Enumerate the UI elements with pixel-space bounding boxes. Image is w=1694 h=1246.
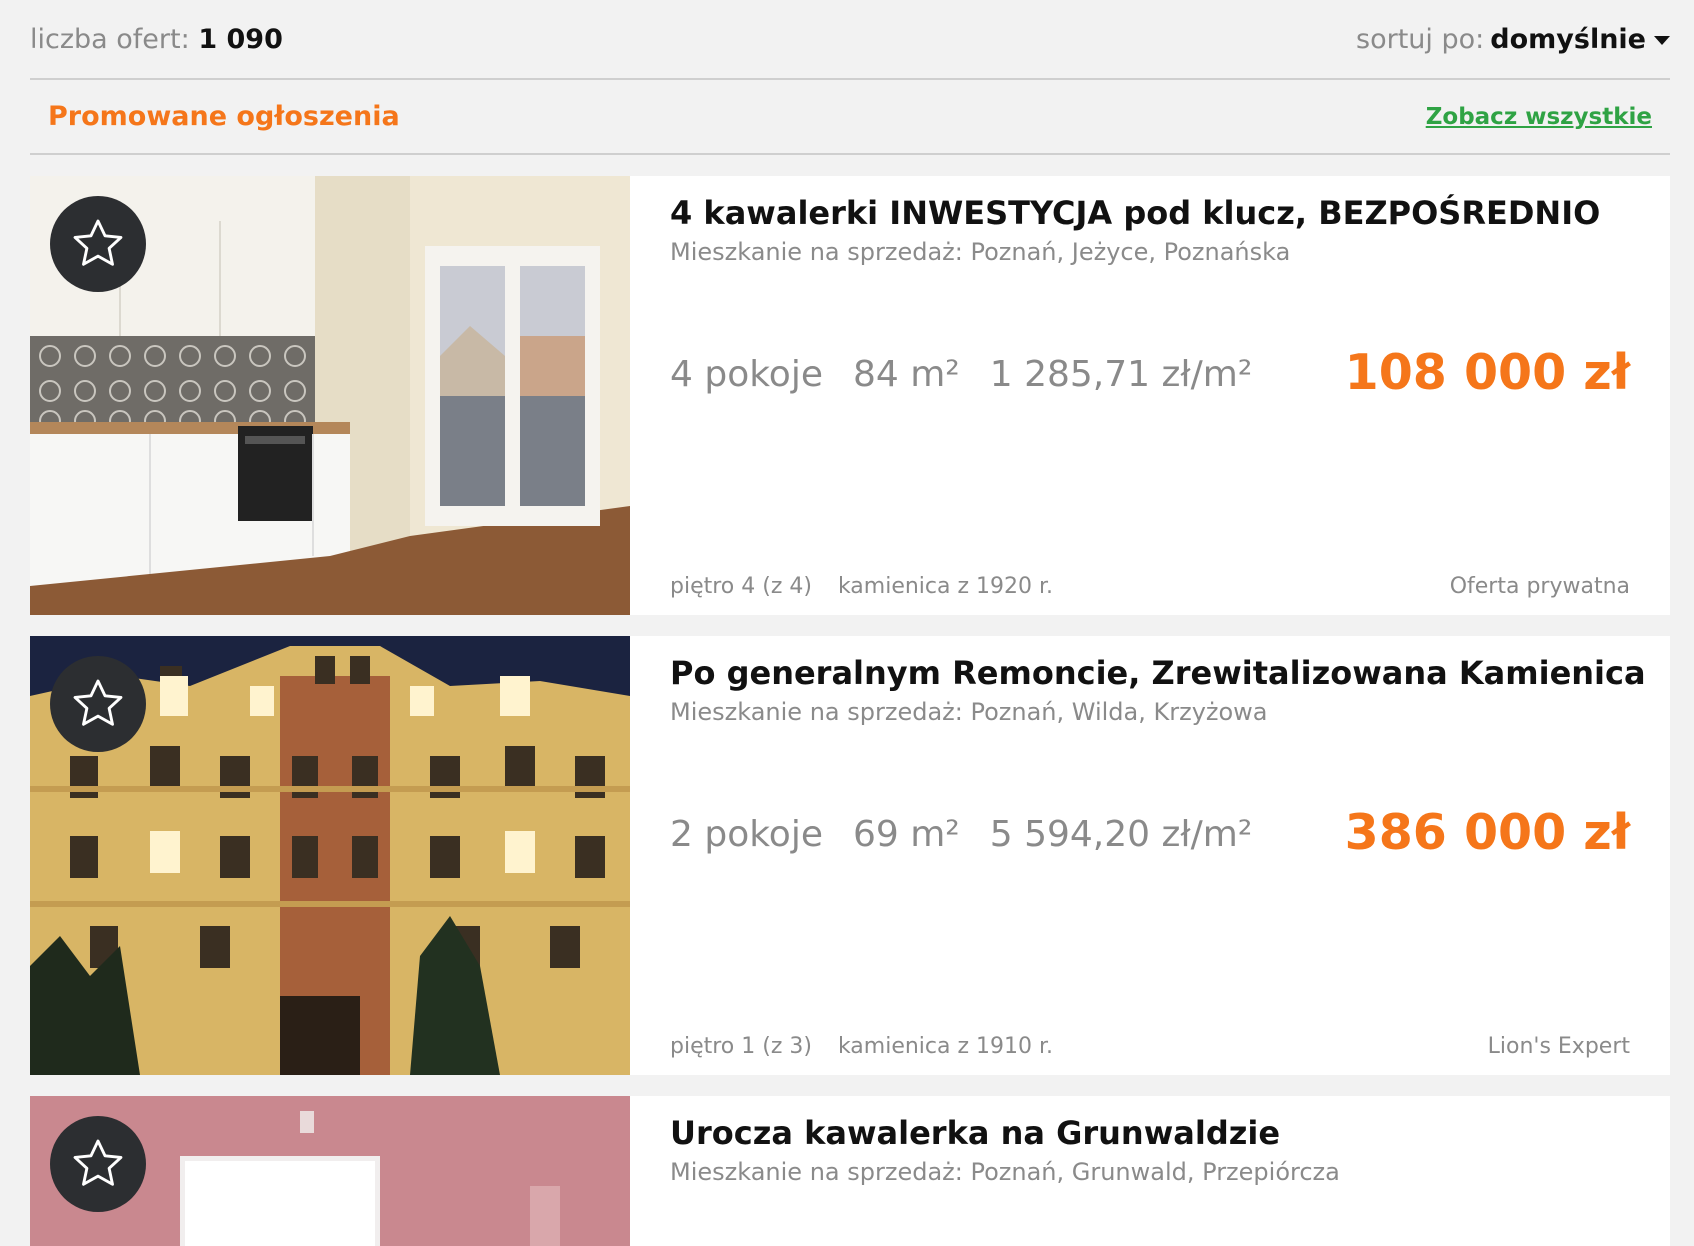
- sort-value[interactable]: domyślnie: [1490, 24, 1646, 55]
- favorite-button[interactable]: [50, 1116, 146, 1212]
- listing-seller: Lion's Expert: [1487, 1034, 1630, 1059]
- listing-card[interactable]: Urocza kawalerka na Grunwaldzie Mieszkan…: [30, 1096, 1670, 1246]
- listing-subtitle: Mieszkanie na sprzedaż: Poznań, Jeżyce, …: [670, 238, 1291, 266]
- listing-params: 4 pokoje 84 m² 1 285,71 zł/m²: [670, 354, 1252, 395]
- listing-subtitle: Mieszkanie na sprzedaż: Poznań, Grunwald…: [670, 1158, 1340, 1186]
- favorite-button[interactable]: [50, 196, 146, 292]
- listing-subtitle: Mieszkanie na sprzedaż: Poznań, Wilda, K…: [670, 698, 1268, 726]
- listing-floor: piętro 4 (z 4): [670, 574, 812, 599]
- caret-down-icon[interactable]: [1654, 35, 1670, 45]
- listing-price-per-m2: 5 594,20 zł/m²: [989, 814, 1253, 855]
- star-outline-icon: [73, 1139, 123, 1186]
- star-outline-icon: [73, 679, 123, 726]
- offer-count: liczba ofert: 1 090: [30, 24, 283, 55]
- sort-dropdown[interactable]: sortuj po: domyślnie: [1356, 24, 1670, 55]
- listing-area: 84 m²: [852, 354, 960, 395]
- promoted-section-header: Promowane ogłoszenia Zobacz wszystkie: [30, 80, 1670, 155]
- listing-floor: piętro 1 (z 3): [670, 1034, 812, 1059]
- listing-info: Urocza kawalerka na Grunwaldzie Mieszkan…: [670, 1096, 1630, 1246]
- listing-card[interactable]: 4 kawalerki INWESTYCJA pod klucz, BEZPOŚ…: [30, 176, 1670, 615]
- listing-photo[interactable]: [30, 176, 630, 615]
- favorite-button[interactable]: [50, 656, 146, 752]
- offer-count-value: 1 090: [198, 23, 283, 55]
- listing-building: kamienica z 1920 r.: [837, 574, 1054, 599]
- listing-info: Po generalnym Remoncie, Zrewitalizowana …: [670, 636, 1646, 1075]
- offer-count-label: liczba ofert:: [30, 23, 190, 55]
- listing-photo[interactable]: [30, 1096, 630, 1246]
- listing-seller: Oferta prywatna: [1449, 574, 1630, 599]
- listing-building: kamienica z 1910 r.: [837, 1034, 1054, 1059]
- listing-price-per-m2: 1 285,71 zł/m²: [989, 354, 1253, 395]
- listing-card[interactable]: Po generalnym Remoncie, Zrewitalizowana …: [30, 636, 1670, 1075]
- listing-title[interactable]: 4 kawalerki INWESTYCJA pod klucz, BEZPOŚ…: [670, 194, 1600, 232]
- listing-details: piętro 1 (z 3) kamienica z 1910 r.: [670, 1034, 1053, 1059]
- sort-label: sortuj po:: [1356, 23, 1485, 55]
- listing-title[interactable]: Urocza kawalerka na Grunwaldzie: [670, 1114, 1280, 1152]
- results-header: liczba ofert: 1 090 sortuj po: domyślnie: [30, 0, 1670, 80]
- listing-rooms: 4 pokoje: [670, 354, 823, 395]
- promoted-title: Promowane ogłoszenia: [48, 101, 400, 132]
- listing-price: 108 000 zł: [1344, 344, 1630, 401]
- listing-details: piętro 4 (z 4) kamienica z 1920 r.: [670, 574, 1053, 599]
- star-outline-icon: [73, 219, 123, 266]
- listing-rooms: 2 pokoje: [670, 814, 823, 855]
- see-all-link[interactable]: Zobacz wszystkie: [1426, 104, 1652, 130]
- listing-photo[interactable]: [30, 636, 630, 1075]
- listing-area: 69 m²: [852, 814, 960, 855]
- listing-params: 2 pokoje 69 m² 5 594,20 zł/m²: [670, 814, 1252, 855]
- listing-title[interactable]: Po generalnym Remoncie, Zrewitalizowana …: [670, 654, 1646, 692]
- listing-info: 4 kawalerki INWESTYCJA pod klucz, BEZPOŚ…: [670, 176, 1630, 615]
- listing-price: 386 000 zł: [1344, 804, 1630, 861]
